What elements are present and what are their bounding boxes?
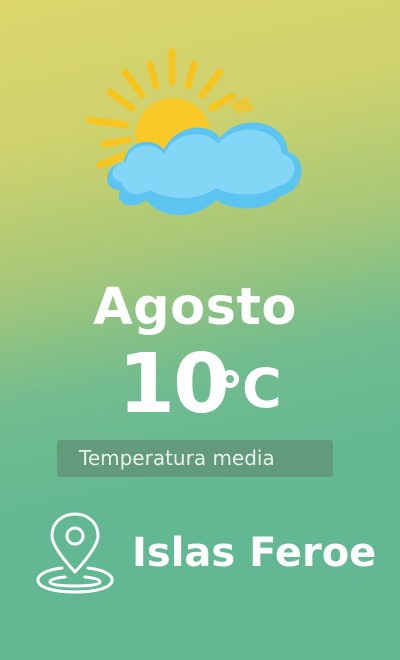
caption-badge: Temperatura media <box>57 440 333 477</box>
sun-behind-cloud-icon <box>86 48 302 215</box>
degree-symbol <box>221 370 239 388</box>
temperature-display: 10 C <box>118 337 282 432</box>
temperature-unit: C <box>242 357 282 420</box>
month-label: Agosto <box>93 278 297 337</box>
weather-card: Agosto 10 C Temperatura media Islas Fero… <box>0 0 400 660</box>
map-pin-icon <box>36 512 114 594</box>
caption-text: Temperatura media <box>79 446 275 470</box>
location-name: Islas Feroe <box>132 530 377 576</box>
temperature-value: 10 <box>118 337 230 432</box>
